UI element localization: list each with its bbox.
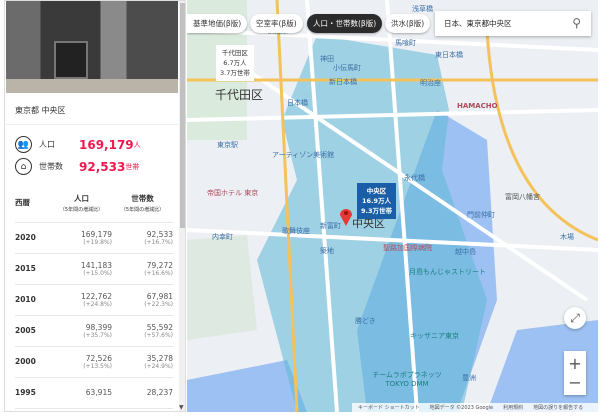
- row-households: 28,237: [112, 377, 173, 409]
- label-uchisaiwaicho: 内幸町: [212, 233, 233, 241]
- row-households: 55,592 (+57.6%): [112, 315, 173, 347]
- row-households: 67,981 (+22.3%): [112, 284, 173, 316]
- chip-flood[interactable]: 洪水(β版): [385, 14, 431, 33]
- table-row: 2020 169,179 (+19.8%) 92,533 (+16.7%): [15, 222, 173, 254]
- place-name: 東京都 中央区: [15, 106, 66, 115]
- table-row: 2005 98,399 (+35.7%) 55,592 (+57.6%): [15, 315, 173, 347]
- label-kiba: 木場: [560, 233, 574, 241]
- households-stat: ⌂ 世帯数 92,533 世帯: [15, 158, 139, 175]
- label-nihonbashi: 日本橋: [287, 99, 308, 107]
- label-artizon: アーティゾン美術館: [272, 151, 335, 159]
- popup-chuo[interactable]: 中央区 16.9万人 9.3万世帯: [357, 183, 397, 219]
- population-unit: 人: [133, 140, 141, 149]
- col-pop: 人口 （5年間の増減比）: [51, 188, 112, 223]
- row-year: 2015: [15, 253, 51, 285]
- map-marker-icon[interactable]: [339, 206, 353, 226]
- label-tokyo-station: 東京駅: [217, 141, 238, 149]
- map[interactable]: 千代田区 中央区 神田 小伝馬町 新日本橋 馬喰町 東日本橋 明治座 秋葉原 浅…: [187, 0, 598, 412]
- zoom-out-button[interactable]: −: [568, 373, 581, 392]
- search-input[interactable]: 日本、東京都中央区 ⚲: [435, 11, 591, 36]
- row-population: 169,179 (+19.8%): [51, 222, 112, 254]
- label-monja-street: 月島もんじゃストリート: [409, 268, 486, 276]
- label-kabukiza: 歌舞伎座: [282, 227, 310, 235]
- map-attribution: キーボード ショートカット 地図データ ©2023 Google 利用規約 地図…: [352, 403, 598, 412]
- label-kidzania: キッザニア東京: [410, 332, 459, 340]
- population-label: 人口: [39, 140, 55, 149]
- zoom-controls: + −: [564, 351, 586, 395]
- label-st-lukes: 聖路加国際病院: [383, 244, 432, 252]
- label-eitaibashi: 永代橋: [404, 174, 425, 182]
- row-population: 63,915: [51, 377, 112, 409]
- row-households: 92,533 (+16.7%): [112, 222, 173, 254]
- zoom-in-button[interactable]: +: [568, 354, 581, 373]
- street-view-photo[interactable]: [6, 1, 178, 93]
- col-hh: 世帯数 （5年間の増減比）: [112, 188, 173, 223]
- people-icon: 👥: [15, 136, 32, 153]
- label-hamacho: HAMACHO: [457, 102, 498, 110]
- label-bakurocho: 馬喰町: [395, 39, 416, 47]
- panel-scrollbar[interactable]: ▼: [179, 1, 185, 411]
- popup-chiyoda[interactable]: 千代田区 6.7万人 3.7万世帯: [216, 45, 254, 81]
- row-households: 35,278 (+24.9%): [112, 346, 173, 378]
- label-tsukiji: 築地: [320, 247, 334, 255]
- population-stat: 👥 人口 169,179 人: [15, 136, 141, 153]
- households-label: 世帯数: [39, 162, 63, 171]
- chip-land-price[interactable]: 基準地価(β版): [187, 14, 248, 33]
- households-value: 92,533: [79, 159, 126, 174]
- row-households: 79,272 (+16.6%): [112, 253, 173, 285]
- table-row: 2015 141,183 (+15.0%) 79,272 (+16.6%): [15, 253, 173, 285]
- label-etchujima: 越中島: [455, 248, 476, 256]
- row-year: 2010: [15, 284, 51, 316]
- table-row: 1995 63,915 28,237: [15, 377, 173, 409]
- terms-link[interactable]: 利用規約: [503, 404, 523, 411]
- row-population: 98,399 (+35.7%): [51, 315, 112, 347]
- table-row: 2000 72,526 (+13.5%) 35,278 (+24.9%): [15, 346, 173, 378]
- chip-vacancy[interactable]: 空室率(β版): [250, 14, 303, 33]
- label-monzen-nakacho: 門前仲町: [467, 211, 495, 219]
- search-icon[interactable]: ⚲: [572, 16, 581, 30]
- row-year: 1995: [15, 377, 51, 409]
- label-kanda: 神田: [320, 55, 334, 63]
- chip-population[interactable]: 人口・世帯数(β版): [307, 14, 383, 33]
- info-panel: 東京都 中央区 👥 人口 169,179 人 ⌂ 世帯数 92,533 世帯 西…: [4, 0, 186, 412]
- history-table: 西暦 人口 （5年間の増減比） 世帯数 （5年間の増減比） 2020 169,179…: [15, 188, 173, 409]
- label-kodenmacho: 小伝馬町: [333, 64, 361, 72]
- keyboard-shortcuts-link[interactable]: キーボード ショートカット: [358, 404, 420, 411]
- row-population: 141,183 (+15.0%): [51, 253, 112, 285]
- label-shin-nihonbashi: 新日本橋: [329, 78, 357, 86]
- label-imperial-hotel: 帝国ホテル 東京: [207, 189, 259, 197]
- label-meijiza: 明治座: [420, 79, 441, 87]
- label-shintomicho: 新富町: [320, 222, 341, 230]
- label-teamlab: チームラボプラネッツ TOKYO DMM: [372, 371, 442, 388]
- fullscreen-button[interactable]: ⤢: [564, 307, 586, 329]
- house-icon: ⌂: [15, 158, 32, 175]
- report-error-link[interactable]: 地図の誤りを報告する: [533, 404, 583, 411]
- row-year: 2020: [15, 222, 51, 254]
- divider: [6, 124, 178, 125]
- label-higashi-nihonbashi: 東日本橋: [435, 51, 463, 59]
- label-asakusabashi: 浅草橋: [412, 5, 433, 13]
- population-value: 169,179: [79, 137, 134, 152]
- households-unit: 世帯: [125, 162, 140, 171]
- row-population: 72,526 (+13.5%): [51, 346, 112, 378]
- col-year: 西暦: [15, 188, 51, 223]
- label-toyosu: 豊洲: [462, 374, 476, 382]
- row-year: 2000: [15, 346, 51, 378]
- search-value: 日本、東京都中央区: [444, 19, 512, 28]
- row-year: 2005: [15, 315, 51, 347]
- row-population: 122,762 (+24.8%): [51, 284, 112, 316]
- label-tomioka-hachimangu: 富岡八幡宮: [505, 193, 540, 201]
- table-row: 2010 122,762 (+24.8%) 67,981 (+22.3%): [15, 284, 173, 316]
- label-kachidoki: 勝どき: [355, 317, 376, 325]
- label-chiyoda: 千代田区: [215, 88, 264, 102]
- map-data-text: 地図データ ©2023 Google: [429, 405, 494, 411]
